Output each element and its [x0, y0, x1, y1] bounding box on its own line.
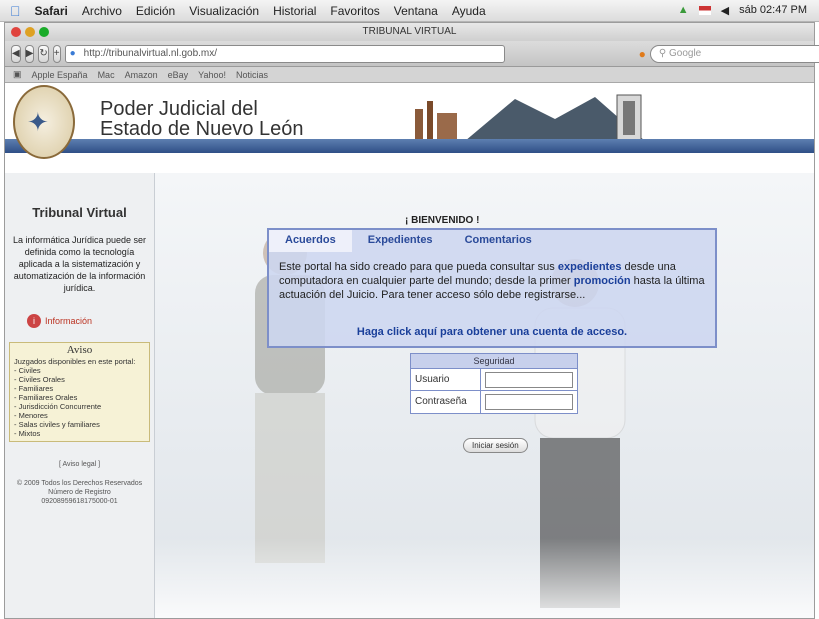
registro-number: 09208959618175000-01: [41, 498, 118, 505]
info-link[interactable]: i Información: [27, 314, 154, 328]
forward-icon[interactable]: ▶: [24, 44, 35, 63]
menu-favoritos[interactable]: Favoritos: [330, 4, 379, 18]
menu-archivo[interactable]: Archivo: [82, 4, 122, 18]
menu-ayuda[interactable]: Ayuda: [452, 4, 486, 18]
welcome-text-part: Este portal ha sido creado para que pued…: [279, 261, 558, 273]
city-skyline-illustration: [415, 94, 645, 141]
copyright: © 2009 Todos los Derechos Reservados: [16, 480, 143, 487]
aviso-box: Aviso Juzgados disponibles en este porta…: [9, 342, 150, 442]
window-title: TRIBUNAL VIRTUAL: [362, 26, 457, 37]
window-controls: [11, 27, 49, 37]
state-seal-logo: ✦: [13, 85, 75, 159]
url-text: http://tribunalvirtual.nl.gob.mx/: [83, 47, 218, 59]
login-box: Seguridad Usuario Contraseña: [410, 353, 578, 414]
apple-menu-icon[interactable]: : [10, 3, 21, 19]
info-link-label: Información: [45, 316, 93, 326]
browser-toolbar: ◀ ▶ ↻ + ● http://tribunalvirtual.nl.gob.…: [5, 41, 819, 67]
back-icon[interactable]: ◀: [11, 44, 21, 63]
aviso-item: - Salas civiles y familiares: [14, 420, 100, 429]
info-icon: i: [27, 314, 41, 328]
bookmark-item[interactable]: eBay: [168, 70, 189, 80]
network-icon[interactable]: ▲: [678, 4, 689, 17]
legal-link[interactable]: [ Aviso legal ]: [5, 460, 154, 469]
browser-window: TRIBUNAL VIRTUAL ◀ ▶ ↻ + ● http://tribun…: [4, 22, 819, 619]
tab-expedientes[interactable]: Expedientes: [352, 230, 449, 252]
bookmark-item[interactable]: Mac: [98, 70, 115, 80]
menu-historial[interactable]: Historial: [273, 4, 316, 18]
password-input[interactable]: [485, 394, 573, 410]
site-title-line2: Estado de Nuevo León: [100, 118, 304, 140]
aviso-item: - Jurisdicción Concurrente: [14, 402, 102, 411]
clock[interactable]: sáb 02:47 PM: [739, 4, 807, 17]
aviso-item: - Familiares: [14, 384, 54, 393]
site-title: Poder Judicial del Estado de Nuevo León: [100, 99, 304, 139]
flag-icon[interactable]: [698, 6, 711, 15]
search-icon: ⚲: [658, 47, 669, 59]
user-input[interactable]: [485, 371, 573, 388]
zoom-icon[interactable]: [39, 27, 49, 37]
tab-comentarios[interactable]: Comentarios: [449, 230, 548, 252]
header-blue-band: [5, 139, 814, 153]
window-titlebar: TRIBUNAL VIRTUAL: [5, 23, 814, 41]
bookmark-item[interactable]: Yahoo!: [198, 70, 226, 80]
welcome-text-highlight: expedientes: [557, 261, 622, 273]
welcome-tabs: Acuerdos Expedientes Comentarios: [269, 230, 715, 252]
welcome-text-highlight: promoción: [573, 275, 631, 287]
bookmarks-icon[interactable]: ▣: [13, 69, 22, 80]
login-header: Seguridad: [411, 354, 577, 369]
menu-visualizacion[interactable]: Visualización: [189, 4, 259, 18]
search-placeholder: Google: [669, 47, 702, 59]
sidebar-footer: [ Aviso legal ] © 2009 Todos los Derecho…: [5, 460, 154, 506]
menu-edicion[interactable]: Edición: [136, 4, 175, 18]
url-bar[interactable]: ● http://tribunalvirtual.nl.gob.mx/: [64, 44, 505, 63]
close-icon[interactable]: [11, 27, 21, 37]
aviso-item: - Civiles Orales: [14, 375, 65, 384]
sidebar-description: La informática Jurídica puede ser defini…: [12, 235, 147, 293]
login-button[interactable]: Iniciar sesión: [463, 438, 528, 453]
welcome-panel: Acuerdos Expedientes Comentarios Este po…: [267, 228, 717, 348]
minimize-icon[interactable]: [25, 27, 35, 37]
welcome-text: Este portal ha sido creado para que pued…: [269, 252, 715, 302]
password-label: Contraseña: [411, 391, 481, 413]
registro-label: Número de Registro: [48, 489, 111, 496]
tab-acuerdos[interactable]: Acuerdos: [269, 230, 352, 252]
mac-menu-bar:  Safari Archivo Edición Visualización H…: [0, 0, 819, 22]
create-account-link[interactable]: Haga click aquí para obtener una cuenta …: [269, 326, 715, 338]
sidebar: Tribunal Virtual La informática Jurídica…: [5, 173, 155, 618]
login-row-user: Usuario: [411, 368, 577, 391]
user-label: Usuario: [411, 368, 481, 391]
aviso-item: - Familiares Orales: [14, 393, 78, 402]
bookmark-item[interactable]: Amazon: [125, 70, 158, 80]
eagle-icon: ✦: [27, 107, 49, 137]
bookmark-item[interactable]: Noticias: [236, 70, 268, 80]
page-content: Tribunal Virtual La informática Jurídica…: [5, 173, 814, 618]
add-bookmark-icon[interactable]: +: [52, 44, 61, 63]
login-row-password: Contraseña: [411, 391, 577, 413]
aviso-item: - Civiles: [14, 366, 41, 375]
menu-app-name[interactable]: Safari: [35, 4, 68, 18]
menu-ventana[interactable]: Ventana: [394, 4, 438, 18]
aviso-item: - Menores: [14, 411, 48, 420]
search-input[interactable]: ⚲ Google: [649, 44, 819, 63]
bookmarks-bar: ▣ Apple España Mac Amazon eBay Yahoo! No…: [5, 67, 814, 83]
aviso-intro: Juzgados disponibles en este portal:: [14, 357, 136, 366]
volume-icon[interactable]: ◀: [721, 4, 729, 17]
welcome-heading: ¡ BIENVENIDO !: [405, 215, 480, 226]
aviso-title: Aviso: [66, 344, 93, 356]
site-header: ✦ Poder Judicial del Estado de Nuevo Leó…: [5, 83, 814, 159]
reload-icon[interactable]: ↻: [38, 44, 49, 63]
menu-status-area: ▲ ◀ sáb 02:47 PM: [678, 4, 807, 17]
bookmark-item[interactable]: Apple España: [32, 70, 88, 80]
go-icon[interactable]: ●: [639, 47, 646, 61]
globe-icon: ●: [69, 47, 76, 59]
site-title-line1: Poder Judicial del: [100, 98, 258, 120]
sidebar-title: Tribunal Virtual: [32, 205, 127, 220]
aviso-item: - Mixtos: [14, 429, 41, 438]
